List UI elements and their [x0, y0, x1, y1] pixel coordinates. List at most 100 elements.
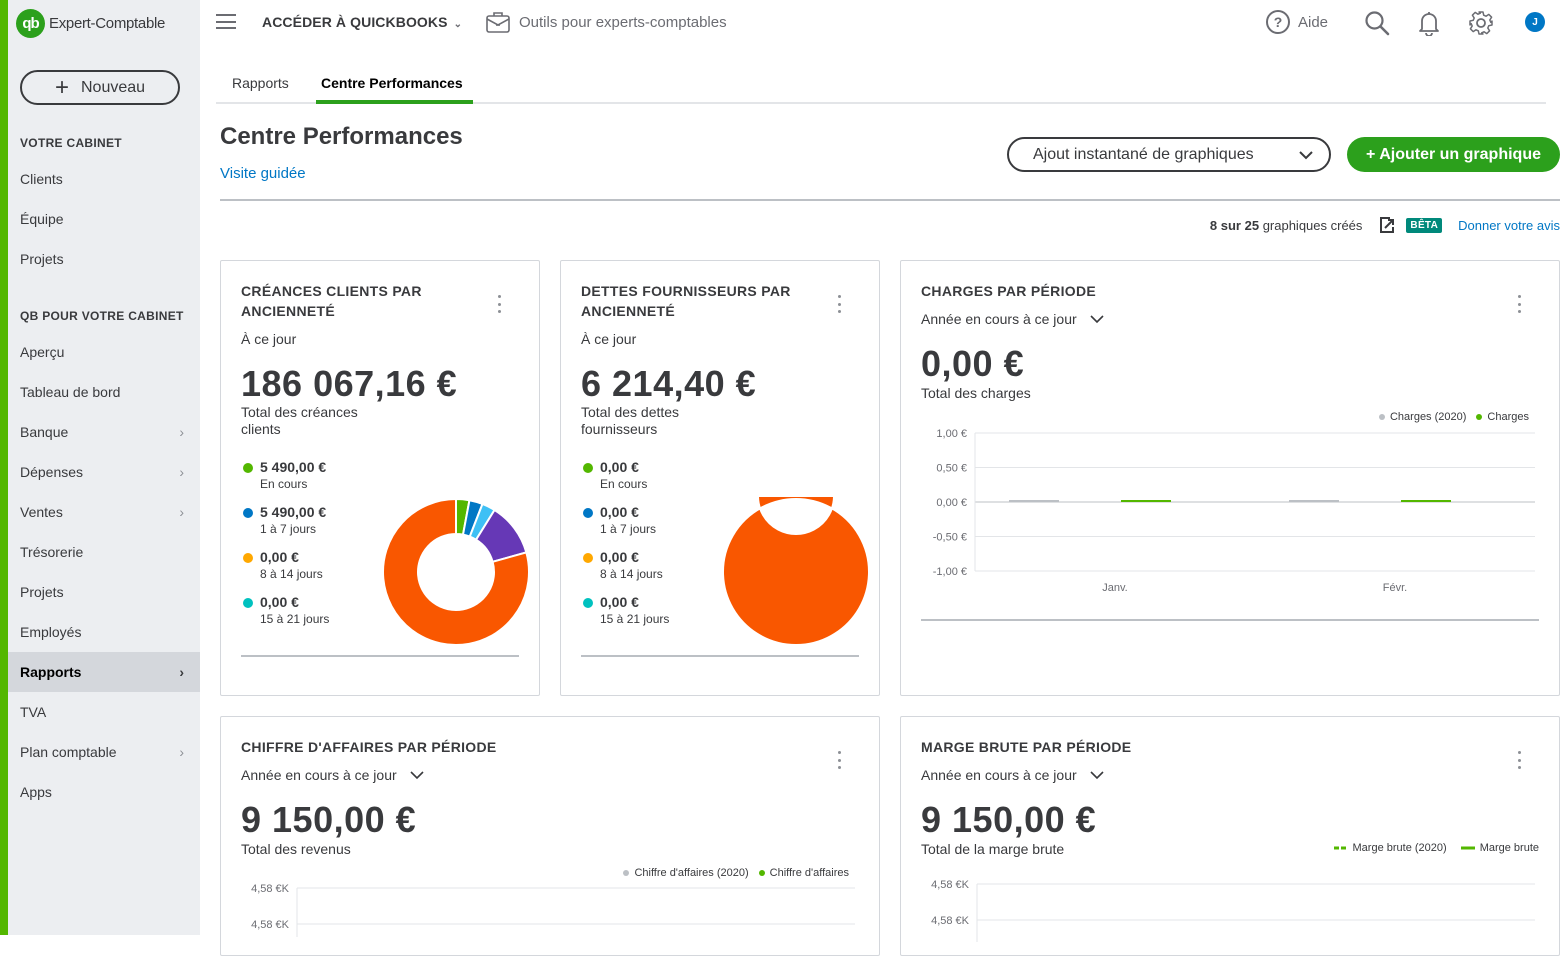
sidebar-item-plan-comptable[interactable]: Plan comptable › — [8, 732, 200, 772]
qb-access-dropdown[interactable]: ACCÉDER À QUICKBOOKS ⌄ — [262, 14, 462, 30]
sidebar-item-apps[interactable]: Apps — [8, 772, 200, 812]
legend-item[interactable]: 0,00 € 15 à 21 jours — [241, 594, 329, 639]
legend-label: 1 à 7 jours — [260, 522, 317, 536]
period-dropdown[interactable]: Année en cours à ce jour — [921, 767, 1105, 783]
sidebar-item-banque[interactable]: Banque › — [8, 412, 200, 452]
chevron-right-icon: › — [179, 664, 184, 680]
hamburger-menu-icon[interactable] — [216, 14, 236, 29]
legend-dot — [1378, 414, 1385, 421]
y-tick-label: 0,50 € — [936, 463, 967, 475]
help-icon: ? — [1266, 10, 1290, 34]
tab-centre-performances[interactable]: Centre Performances — [321, 75, 463, 91]
legend-item[interactable]: 0,00 € 1 à 7 jours — [581, 504, 669, 549]
legend-label: 15 à 21 jours — [260, 612, 330, 626]
help-button[interactable]: ? Aide — [1266, 10, 1328, 34]
period-dropdown[interactable]: Année en cours à ce jour — [241, 767, 425, 783]
app-logo[interactable]: qb Expert-Comptable — [16, 9, 165, 38]
new-button[interactable]: + Nouveau — [20, 70, 180, 105]
revenue-chart: 4,58 €K 4,58 €K — [251, 883, 855, 937]
bar[interactable] — [1009, 500, 1059, 502]
gross-margin-chart: 4,58 €K 4,58 €K — [931, 879, 1535, 942]
sidebar-item-tresorerie[interactable]: Trésorerie — [8, 532, 200, 572]
sidebar: qb Expert-Comptable + Nouveau VOTRE CABI… — [8, 0, 200, 935]
more-options-icon[interactable] — [1516, 295, 1522, 313]
sidebar-item-clients[interactable]: Clients — [8, 159, 200, 199]
guided-tour-link[interactable]: Visite guidée — [220, 165, 306, 182]
legend-item[interactable]: 5 490,00 € 1 à 7 jours — [241, 504, 329, 549]
search-button[interactable] — [1364, 10, 1390, 41]
avatar: J — [1525, 12, 1545, 32]
settings-button[interactable] — [1468, 10, 1494, 41]
legend-item[interactable]: 5 490,00 € En cours — [241, 459, 329, 504]
bar[interactable] — [1121, 500, 1171, 502]
legend-dot — [583, 553, 593, 563]
x-tick-label: Janv. — [1102, 582, 1127, 594]
section-title-votre-cabinet: VOTRE CABINET — [20, 136, 122, 150]
sidebar-item-ventes[interactable]: Ventes › — [8, 492, 200, 532]
bar[interactable] — [1401, 500, 1451, 502]
card-divider — [241, 655, 519, 657]
more-options-icon[interactable] — [1516, 751, 1522, 769]
sidebar-item-projets-cabinet[interactable]: Projets — [8, 239, 200, 279]
legend-item[interactable]: 0,00 € En cours — [581, 459, 669, 504]
sidebar-item-label: Aperçu — [20, 344, 65, 360]
qb-access-label: ACCÉDER À QUICKBOOKS — [262, 14, 448, 30]
period-dropdown[interactable]: Année en cours à ce jour — [921, 311, 1105, 327]
legend-item[interactable]: Marge brute (2020) — [1333, 842, 1447, 854]
receivables-aging-card: CRÉANCES CLIENTS PAR ANCIENNETÉ À ce jou… — [220, 260, 540, 696]
legend-amount: 0,00 € — [260, 594, 299, 610]
accountant-tools-button[interactable]: Outils pour experts-comptables — [485, 10, 727, 34]
sidebar-item-depenses[interactable]: Dépenses › — [8, 452, 200, 492]
sidebar-item-label: Équipe — [20, 211, 64, 227]
chevron-down-icon — [1090, 771, 1104, 780]
x-tick-label: Févr. — [1383, 582, 1407, 594]
legend-item[interactable]: 0,00 € 8 à 14 jours — [241, 549, 329, 594]
plus-icon: + — [54, 73, 69, 101]
legend-label: En cours — [600, 477, 648, 491]
card-subtitle: À ce jour — [241, 331, 297, 347]
card-total-label: Total des créances clients — [241, 404, 358, 437]
active-tab-indicator — [316, 100, 473, 104]
add-chart-button[interactable]: + Ajouter un graphique — [1347, 137, 1560, 172]
sidebar-item-rapports[interactable]: Rapports › — [8, 652, 200, 692]
sidebar-item-apercu[interactable]: Aperçu — [8, 332, 200, 372]
app-name: Expert-Comptable — [49, 15, 166, 32]
sidebar-item-tva[interactable]: TVA — [8, 692, 200, 732]
legend-label: Marge brute — [1479, 842, 1539, 854]
more-options-icon[interactable] — [836, 295, 842, 313]
receivables-donut-chart — [382, 497, 530, 646]
y-tick-label: 4,58 €K — [931, 879, 970, 891]
user-menu[interactable]: J — [1525, 12, 1545, 32]
legend-dot — [1476, 414, 1483, 421]
sidebar-item-employes[interactable]: Employés — [8, 612, 200, 652]
quick-add-charts-dropdown[interactable]: Ajout instantané de graphiques — [1007, 137, 1331, 172]
card-title: CRÉANCES CLIENTS PAR ANCIENNETÉ — [241, 283, 422, 319]
legend-amount: 0,00 € — [600, 594, 639, 610]
charts-count: 8 sur 25 graphiques créés — [1210, 218, 1363, 233]
aging-legend: 0,00 € En cours 0,00 € 1 à 7 jours 0,00 € 8… — [581, 459, 669, 639]
bar[interactable] — [1289, 500, 1339, 502]
legend-item[interactable]: 0,00 € 8 à 14 jours — [581, 549, 669, 594]
legend-amount: 5 490,00 € — [260, 504, 327, 520]
sidebar-item-projets[interactable]: Projets — [8, 572, 200, 612]
tab-rapports[interactable]: Rapports — [232, 75, 289, 91]
sidebar-item-label: TVA — [20, 704, 47, 720]
y-tick-label: -0,50 € — [933, 532, 967, 544]
sidebar-item-tableau-de-bord[interactable]: Tableau de bord — [8, 372, 200, 412]
sidebar-item-equipe[interactable]: Équipe — [8, 199, 200, 239]
sidebar-item-label: Tableau de bord — [20, 384, 121, 400]
more-options-icon[interactable] — [836, 751, 842, 769]
payables-aging-card: DETTES FOURNISSEURS PAR ANCIENNETÉ À ce … — [560, 260, 880, 696]
legend-item[interactable]: Marge brute — [1460, 842, 1539, 854]
legend-item[interactable]: 0,00 € 15 à 21 jours — [581, 594, 669, 639]
notifications-button[interactable] — [1418, 10, 1440, 41]
section-title-qb-cabinet: QB POUR VOTRE CABINET — [20, 309, 184, 323]
expenses-bar-chart: 1,00 € 0,50 € 0,00 € -0,50 € -1,00 € Janv. Fév… — [933, 428, 1535, 594]
sidebar-item-label: Projets — [20, 251, 64, 267]
card-title: MARGE BRUTE PAR PÉRIODE — [921, 739, 1132, 755]
legend-amount: 5 490,00 € — [260, 459, 327, 475]
card-title: CHIFFRE D'AFFAIRES PAR PÉRIODE — [241, 739, 497, 755]
feedback-link[interactable]: Donner votre avis — [1458, 218, 1560, 233]
more-options-icon[interactable] — [496, 295, 502, 313]
legend-dot — [623, 870, 630, 877]
